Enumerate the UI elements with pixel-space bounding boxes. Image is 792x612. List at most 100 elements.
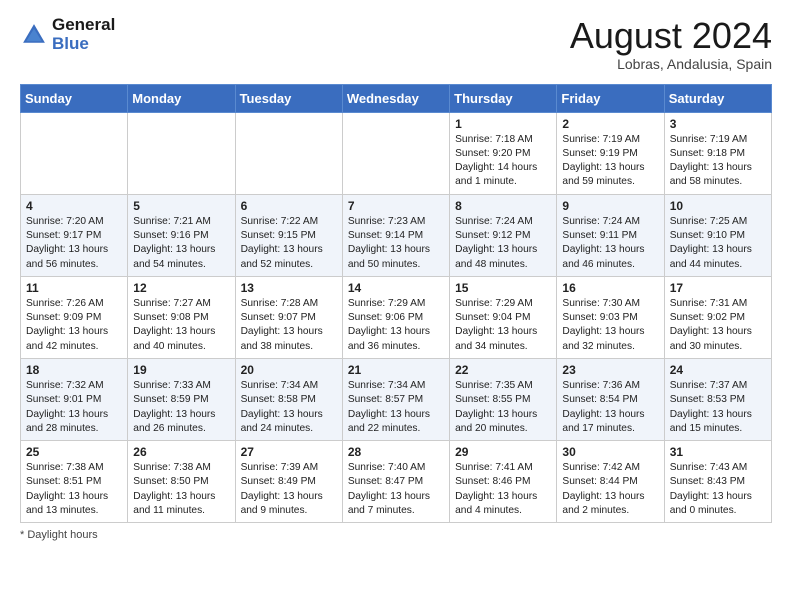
day-number: 29 — [455, 445, 551, 459]
footer-note: * Daylight hours — [20, 529, 772, 541]
day-number: 4 — [26, 199, 122, 213]
calendar-cell: 12 Sunrise: 7:27 AM Sunset: 9:08 PM Dayli… — [128, 276, 235, 358]
calendar-cell: 16 Sunrise: 7:30 AM Sunset: 9:03 PM Dayli… — [557, 276, 664, 358]
day-number: 7 — [348, 199, 444, 213]
calendar-cell: 24Sunrise: 7:37 AM Sunset: 8:53 PM Dayli… — [664, 358, 771, 440]
day-info: Sunrise: 7:30 AM Sunset: 9:03 PM Dayligh… — [562, 297, 658, 354]
day-info: Sunrise: 7:19 AM Sunset: 9:19 PM Dayligh… — [562, 133, 658, 190]
day-info: Sunrise: 7:38 AM Sunset: 8:51 PM Dayligh… — [26, 461, 122, 518]
day-number: 3 — [670, 117, 766, 131]
calendar-cell: 9 Sunrise: 7:24 AM Sunset: 9:11 PM Daylig… — [557, 194, 664, 276]
footer-note-text: Daylight hours — [27, 529, 97, 541]
day-info: Sunrise: 7:39 AM Sunset: 8:49 PM Dayligh… — [241, 461, 337, 518]
day-header-tuesday: Tuesday — [235, 84, 342, 112]
day-info: Sunrise: 7:24 AM Sunset: 9:11 PM Dayligh… — [562, 215, 658, 272]
day-header-row: SundayMondayTuesdayWednesdayThursdayFrid… — [21, 84, 772, 112]
day-header-sunday: Sunday — [21, 84, 128, 112]
calendar-cell: 5 Sunrise: 7:21 AM Sunset: 9:16 PM Daylig… — [128, 194, 235, 276]
month-year: August 2024 — [570, 16, 772, 56]
week-row-4: 18 Sunrise: 7:32 AM Sunset: 9:01 PM Dayli… — [21, 358, 772, 440]
day-number: 14 — [348, 281, 444, 295]
calendar-table: SundayMondayTuesdayWednesdayThursdayFrid… — [20, 84, 772, 524]
calendar-cell: 15Sunrise: 7:29 AM Sunset: 9:04 PM Dayli… — [450, 276, 557, 358]
calendar-cell: 28 Sunrise: 7:40 AM Sunset: 8:47 PM Dayli… — [342, 441, 449, 523]
day-info: Sunrise: 7:29 AM Sunset: 9:06 PM Dayligh… — [348, 297, 444, 354]
day-number: 27 — [241, 445, 337, 459]
day-number: 18 — [26, 363, 122, 377]
day-number: 28 — [348, 445, 444, 459]
logo: General Blue — [20, 16, 115, 53]
calendar-cell: 4 Sunrise: 7:20 AM Sunset: 9:17 PM Daylig… — [21, 194, 128, 276]
calendar-cell: 11Sunrise: 7:26 AM Sunset: 9:09 PM Dayli… — [21, 276, 128, 358]
day-number: 5 — [133, 199, 229, 213]
day-info: Sunrise: 7:32 AM Sunset: 9:01 PM Dayligh… — [26, 379, 122, 436]
location: Lobras, Andalusia, Spain — [570, 56, 772, 72]
day-header-saturday: Saturday — [664, 84, 771, 112]
day-number: 26 — [133, 445, 229, 459]
calendar-cell: 27 Sunrise: 7:39 AM Sunset: 8:49 PM Dayli… — [235, 441, 342, 523]
day-number: 23 — [562, 363, 658, 377]
title-block: August 2024 Lobras, Andalusia, Spain — [570, 16, 772, 72]
day-info: Sunrise: 7:18 AM Sunset: 9:20 PM Dayligh… — [455, 133, 551, 190]
page: General Blue August 2024 Lobras, Andalus… — [0, 0, 792, 557]
week-row-5: 25 Sunrise: 7:38 AM Sunset: 8:51 PM Dayli… — [21, 441, 772, 523]
calendar-cell: 25 Sunrise: 7:38 AM Sunset: 8:51 PM Dayli… — [21, 441, 128, 523]
day-info: Sunrise: 7:20 AM Sunset: 9:17 PM Dayligh… — [26, 215, 122, 272]
day-info: Sunrise: 7:41 AM Sunset: 8:46 PM Dayligh… — [455, 461, 551, 518]
calendar-cell — [128, 112, 235, 194]
calendar-cell: 29 Sunrise: 7:41 AM Sunset: 8:46 PM Dayli… — [450, 441, 557, 523]
day-number: 19 — [133, 363, 229, 377]
calendar-cell: 6Sunrise: 7:22 AM Sunset: 9:15 PM Daylig… — [235, 194, 342, 276]
day-info: Sunrise: 7:40 AM Sunset: 8:47 PM Dayligh… — [348, 461, 444, 518]
day-number: 13 — [241, 281, 337, 295]
day-info: Sunrise: 7:34 AM Sunset: 8:58 PM Dayligh… — [241, 379, 337, 436]
calendar-cell: 20 Sunrise: 7:34 AM Sunset: 8:58 PM Dayli… — [235, 358, 342, 440]
header: General Blue August 2024 Lobras, Andalus… — [20, 16, 772, 72]
day-info: Sunrise: 7:25 AM Sunset: 9:10 PM Dayligh… — [670, 215, 766, 272]
day-number: 16 — [562, 281, 658, 295]
week-row-1: 1Sunrise: 7:18 AM Sunset: 9:20 PM Daylig… — [21, 112, 772, 194]
day-header-friday: Friday — [557, 84, 664, 112]
day-number: 21 — [348, 363, 444, 377]
day-number: 22 — [455, 363, 551, 377]
calendar-cell: 13Sunrise: 7:28 AM Sunset: 9:07 PM Dayli… — [235, 276, 342, 358]
calendar-cell: 23 Sunrise: 7:36 AM Sunset: 8:54 PM Dayli… — [557, 358, 664, 440]
day-number: 20 — [241, 363, 337, 377]
calendar-cell — [235, 112, 342, 194]
week-row-3: 11Sunrise: 7:26 AM Sunset: 9:09 PM Dayli… — [21, 276, 772, 358]
day-number: 12 — [133, 281, 229, 295]
calendar-cell: 21Sunrise: 7:34 AM Sunset: 8:57 PM Dayli… — [342, 358, 449, 440]
day-number: 8 — [455, 199, 551, 213]
day-header-wednesday: Wednesday — [342, 84, 449, 112]
day-number: 9 — [562, 199, 658, 213]
day-info: Sunrise: 7:38 AM Sunset: 8:50 PM Dayligh… — [133, 461, 229, 518]
calendar-cell — [21, 112, 128, 194]
day-info: Sunrise: 7:19 AM Sunset: 9:18 PM Dayligh… — [670, 133, 766, 190]
calendar-cell: 26 Sunrise: 7:38 AM Sunset: 8:50 PM Dayli… — [128, 441, 235, 523]
day-number: 30 — [562, 445, 658, 459]
day-info: Sunrise: 7:31 AM Sunset: 9:02 PM Dayligh… — [670, 297, 766, 354]
calendar-cell: 2 Sunrise: 7:19 AM Sunset: 9:19 PM Daylig… — [557, 112, 664, 194]
logo-icon — [20, 21, 48, 49]
day-info: Sunrise: 7:33 AM Sunset: 8:59 PM Dayligh… — [133, 379, 229, 436]
day-number: 25 — [26, 445, 122, 459]
day-header-thursday: Thursday — [450, 84, 557, 112]
day-info: Sunrise: 7:36 AM Sunset: 8:54 PM Dayligh… — [562, 379, 658, 436]
day-info: Sunrise: 7:27 AM Sunset: 9:08 PM Dayligh… — [133, 297, 229, 354]
day-info: Sunrise: 7:42 AM Sunset: 8:44 PM Dayligh… — [562, 461, 658, 518]
calendar-cell: 10 Sunrise: 7:25 AM Sunset: 9:10 PM Dayli… — [664, 194, 771, 276]
day-info: Sunrise: 7:24 AM Sunset: 9:12 PM Dayligh… — [455, 215, 551, 272]
day-number: 11 — [26, 281, 122, 295]
calendar-cell: 31Sunrise: 7:43 AM Sunset: 8:43 PM Dayli… — [664, 441, 771, 523]
day-info: Sunrise: 7:43 AM Sunset: 8:43 PM Dayligh… — [670, 461, 766, 518]
calendar-cell: 18 Sunrise: 7:32 AM Sunset: 9:01 PM Dayli… — [21, 358, 128, 440]
day-number: 10 — [670, 199, 766, 213]
calendar-cell: 3 Sunrise: 7:19 AM Sunset: 9:18 PM Daylig… — [664, 112, 771, 194]
calendar-cell: 30 Sunrise: 7:42 AM Sunset: 8:44 PM Dayli… — [557, 441, 664, 523]
day-number: 2 — [562, 117, 658, 131]
calendar-cell: 1Sunrise: 7:18 AM Sunset: 9:20 PM Daylig… — [450, 112, 557, 194]
day-info: Sunrise: 7:21 AM Sunset: 9:16 PM Dayligh… — [133, 215, 229, 272]
day-info: Sunrise: 7:35 AM Sunset: 8:55 PM Dayligh… — [455, 379, 551, 436]
day-info: Sunrise: 7:37 AM Sunset: 8:53 PM Dayligh… — [670, 379, 766, 436]
week-row-2: 4 Sunrise: 7:20 AM Sunset: 9:17 PM Daylig… — [21, 194, 772, 276]
